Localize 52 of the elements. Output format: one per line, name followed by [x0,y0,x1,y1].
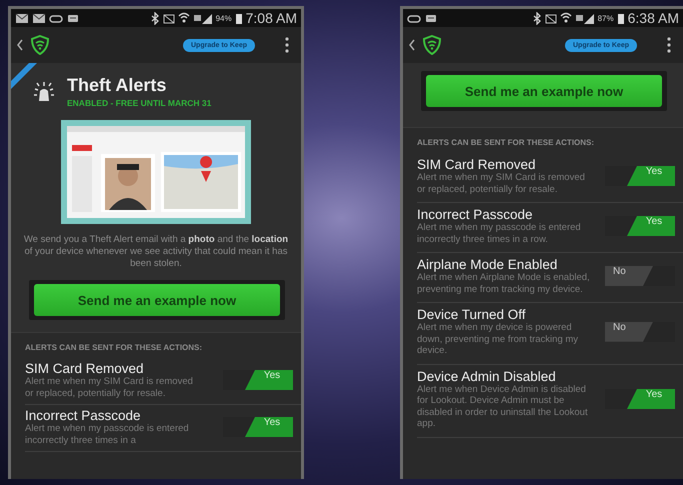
section-label: ALERTS CAN BE SENT FOR THESE ACTIONS: [417,137,596,149]
corner-ribbon [11,63,37,89]
alert-title: Device Turned Off [417,307,527,322]
alert-title: SIM Card Removed [417,157,537,172]
alert-title: SIM Card Removed [25,361,145,376]
mail-icon [15,12,29,24]
overflow-menu-icon[interactable] [667,37,671,53]
send-example-button[interactable]: Send me an example now [426,75,662,107]
back-chevron-icon[interactable] [17,39,23,51]
description-text: We send you a Theft Alert email with a photo and the location of your device whenever we see activity that could mean it has been stolen. [23,234,289,270]
bluetooth-icon [532,12,542,24]
battery-percentage: 87% [598,14,614,22]
overflow-menu-icon[interactable] [285,37,289,53]
shield-logo-icon [31,35,49,55]
alert-title: Incorrect Passcode [25,408,142,423]
siren-icon [33,80,55,102]
battery-icon [616,12,625,24]
alert-description: Alert me when my passcode is entered incorrectly three times in a [25,423,190,446]
alert-description: Alert me when Device Admin is disabled for Lookout. Device Admin must be disabled in order to uninstall the Lookout app. [417,384,589,430]
wifi-icon [178,12,190,24]
mail-icon [32,12,46,24]
alert-description: Alert me when Airplane Mode is enabled, preventing me from tracking my device. [417,272,591,295]
alert-description: Alert me when my device is powered down, preventing me from tracking my device. [417,322,580,356]
bluetooth-icon [150,12,160,24]
page-title: Theft Alerts [67,75,168,96]
battery-percentage: 94% [216,14,232,22]
mute-icon [162,12,175,24]
alert-title: Airplane Mode Enabled [417,257,558,272]
mute-icon [544,12,557,24]
alert-description: Alert me when my passcode is entered incorrectly three times in a row. [417,222,582,245]
clock-time: 7:08 AM [246,10,297,26]
alert-title: Device Admin Disabled [417,368,557,384]
toggle-switch[interactable]: Yes [223,417,293,437]
signal-icon [574,12,595,24]
shield-logo-icon [423,35,441,55]
send-example-button[interactable]: Send me an example now [34,284,280,316]
alert-description: Alert me when my SIM Card is removed or replaced, potentially for resale. [417,172,586,195]
alert-description: Alert me when my SIM Card is removed or replaced, potentially for resale. [25,376,194,399]
toggle-switch[interactable]: Yes [605,389,675,409]
signal-icon [192,12,213,24]
alert-title: Incorrect Passcode [417,207,534,222]
toggle-switch[interactable]: No [605,322,675,342]
toggle-switch[interactable]: No [605,266,675,286]
section-label: ALERTS CAN BE SENT FOR THESE ACTIONS: [25,342,204,354]
battery-icon [234,12,243,24]
toggle-switch[interactable]: Yes [605,216,675,236]
toggle-switch[interactable]: Yes [223,370,293,390]
back-chevron-icon[interactable] [409,39,415,51]
wifi-icon [560,12,572,24]
status-subtitle: ENABLED - FREE UNTIL MARCH 31 [67,98,212,108]
toggle-switch[interactable]: Yes [605,166,675,186]
clock-time: 6:38 AM [628,10,679,26]
